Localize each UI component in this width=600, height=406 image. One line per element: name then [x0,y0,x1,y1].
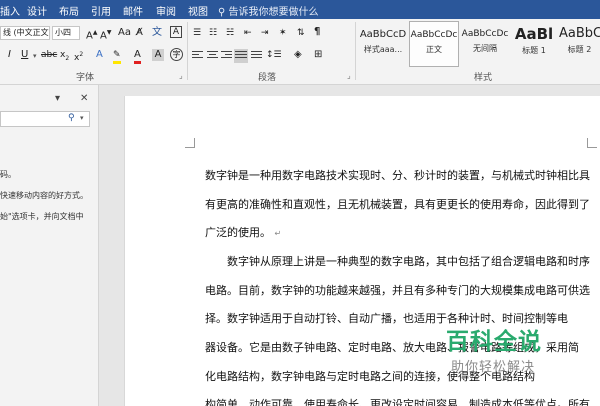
distributed-icon[interactable] [251,51,262,61]
line-spacing-icon[interactable]: ↕☰ [266,49,282,61]
style-name: 标题 2 [567,45,592,54]
grow-font-icon[interactable]: A▲ [86,27,97,42]
font-size-value: 小四 [55,28,71,37]
margin-corner-mark [587,138,597,148]
align-center-icon[interactable] [207,51,218,61]
tab-layout[interactable]: 布局 [59,3,79,18]
phonetic-guide-icon[interactable]: 文 [152,27,162,39]
decrease-indent-icon[interactable]: ⇤ [244,27,252,39]
style-sample: AaBl [514,25,554,43]
tab-mailings[interactable]: 邮件 [123,3,143,18]
paragraph-mark: ↵ [274,229,282,238]
watermark-subtitle: 助你轻松解决 [451,360,536,375]
justify-icon[interactable] [234,49,248,63]
superscript-icon[interactable]: x2 [74,49,83,64]
font-dialog-launcher-icon[interactable]: ⌟ [179,71,183,80]
font-color-icon[interactable]: A [134,49,141,64]
tell-me-text: 告诉我你想要做什么 [228,7,319,18]
document-line: 电路。目前，数字钟的功能越来越强，并且有多种专门的大规模集成电路可供选 [205,284,590,297]
group-separator [187,22,188,80]
style-gallery-item[interactable]: AaBl 标题 1 [509,21,559,67]
bullets-icon[interactable]: ☰ [193,27,201,39]
tab-view[interactable]: 视图 [188,3,208,18]
style-sample: AaBbCcDc [410,30,458,40]
numbering-icon[interactable]: ☷ [209,27,217,39]
nav-text: 码。 [0,170,16,179]
style-sample: AaBbC [559,26,600,41]
tell-me-search[interactable]: ⚲ 告诉我你想要做什么 [218,3,319,18]
subscript-icon[interactable]: x2 [60,49,69,65]
style-name: 无间隔 [473,44,497,53]
change-case-icon[interactable]: Aa [118,27,131,39]
font-name-value: 线 (中文正文) [3,28,50,37]
style-name: 正文 [426,45,442,54]
align-right-icon[interactable] [221,51,232,61]
strikethrough-icon[interactable]: abc [41,49,57,61]
show-marks-icon[interactable]: ¶ [314,26,320,38]
align-left-icon[interactable] [192,51,203,61]
document-line: 数字钟从原理上讲是一种典型的数字电路，其中包括了组合逻辑电路和时序 [227,255,590,268]
pane-options-icon[interactable]: ▾ [55,93,60,104]
chinese-layout-icon[interactable]: ✶ [279,27,287,39]
font-name-combo[interactable]: 线 (中文正文) [0,26,50,40]
clear-format-icon[interactable]: A̸ [136,27,143,39]
ribbon: 线 (中文正文) 小四 A▲ A▼ Aa A̸ 文 A I U ▾ abc x2… [0,19,600,85]
margin-corner-mark [185,138,195,148]
style-sample: AaBbCcDc [461,29,509,39]
style-sample: AaBbCcD [359,29,407,40]
style-name: 标题 1 [522,46,546,55]
tab-review[interactable]: 审阅 [156,3,176,18]
tab-design[interactable]: 设计 [27,3,47,18]
lightbulb-icon: ⚲ [218,7,226,18]
shading-icon[interactable]: ◈ [294,49,302,61]
character-border-icon[interactable]: A [170,26,182,38]
shrink-font-icon[interactable]: A▼ [100,27,111,42]
highlight-icon[interactable]: ✎ [113,49,121,64]
style-name: 样式aaa... [363,45,403,54]
document-line: 构简单、动作可靠、使用寿命长、更改设定时间容易、制造成本低等优点。所有 [205,398,590,406]
watermark-title: 百科全说 [446,329,542,355]
navigation-pane: ▾ ✕ ⚲ ▾ 码。 快速移动内容的好方式。 始"选项卡，并向文档中 [0,85,99,406]
group-separator [355,22,356,80]
search-input[interactable]: ⚲ ▾ [0,111,90,127]
style-gallery-item[interactable]: AaBbCcD 样式aaa... [358,21,408,67]
underline-dropdown-icon[interactable]: ▾ [33,50,37,62]
style-gallery-item-selected[interactable]: AaBbCcDc 正文 [409,21,459,67]
italic-icon[interactable]: I [8,49,11,61]
nav-text: 快速移动内容的好方式。 [0,191,88,200]
underline-icon[interactable]: U [21,49,28,61]
nav-text: 始"选项卡，并向文档中 [0,212,84,221]
character-shading-icon[interactable]: A [152,49,164,61]
sort-icon[interactable]: ⇅ [297,27,305,39]
increase-indent-icon[interactable]: ⇥ [261,27,269,39]
paragraph-group-label: 段落 [258,73,277,83]
document-line: 数字钟是一种用数字电路技术实现时、分、秒计时的装置，与机械式时钟相比具 [205,169,590,182]
tab-references[interactable]: 引用 [91,3,111,18]
document-line: 广泛的使用。 [205,226,271,239]
ribbon-tab-bar: 插入 设计 布局 引用 邮件 审阅 视图 ⚲ 告诉我你想要做什么 [0,0,600,19]
multilevel-list-icon[interactable]: ☵ [226,27,234,39]
font-group-label: 字体 [76,73,95,83]
enclose-character-icon[interactable]: 字 [170,48,183,61]
style-gallery-item[interactable]: AaBbCcDc 无间隔 [460,21,510,67]
font-size-combo[interactable]: 小四 [52,26,80,40]
styles-group-label: 样式 [474,73,493,83]
document-line: 有更高的准确性和直观性，且无机械装置，具有更更长的使用寿命，因此得到了 [205,198,590,211]
search-icon[interactable]: ⚲ [68,113,75,123]
paragraph-dialog-launcher-icon[interactable]: ⌟ [347,71,351,80]
style-gallery-item[interactable]: AaBbC 标题 2 [559,21,600,67]
text-effects-icon[interactable]: A [96,49,103,61]
close-icon[interactable]: ✕ [80,93,88,104]
borders-icon[interactable]: ⊞ [314,49,322,61]
tab-insert[interactable]: 插入 [0,3,20,18]
chevron-down-icon[interactable]: ▾ [80,114,84,122]
